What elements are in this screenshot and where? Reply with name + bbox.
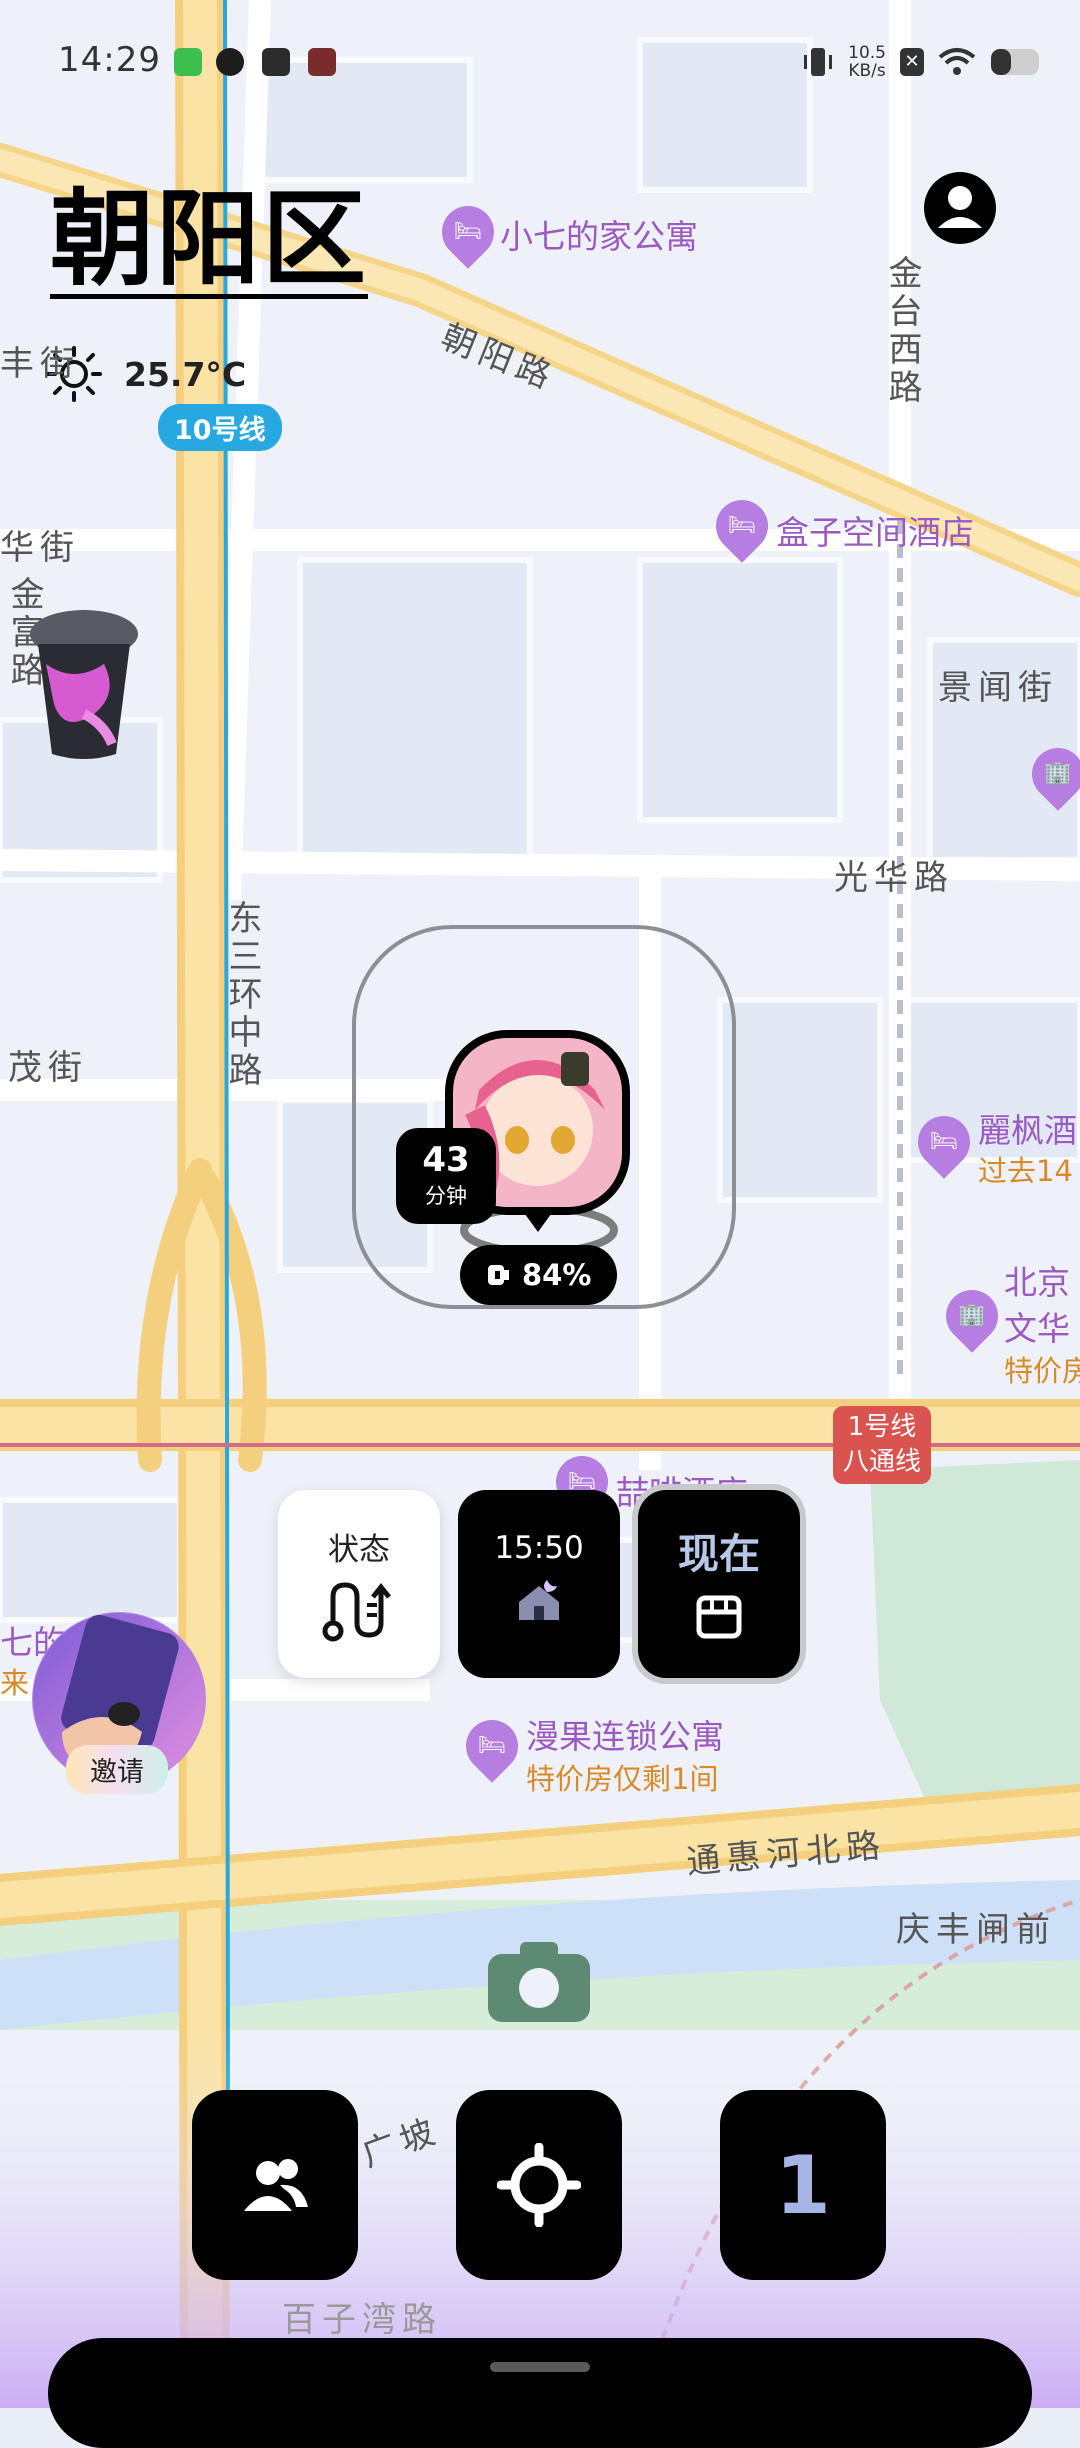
- net-speed-value: 10.5: [848, 43, 886, 63]
- notification-count: 1: [775, 2138, 831, 2232]
- house-moon-icon: [519, 1580, 559, 1620]
- metro-line-10-badge: 10号线: [158, 404, 282, 451]
- road-guanghua-lu: 光华路: [834, 858, 954, 898]
- poi-beijing-line1[interactable]: 北京: [1004, 1256, 1070, 1304]
- poi-hezi-hotel[interactable]: 盒子空间酒店: [776, 506, 974, 554]
- poi-beijing-sub: 特价房: [1004, 1354, 1080, 1388]
- poi-mangguo-sub: 特价房仅剩1间: [526, 1762, 719, 1796]
- sim-x-icon: ✕: [900, 48, 924, 76]
- charging-icon: [488, 1265, 509, 1285]
- metro-line-1-label: 1号线: [847, 1412, 917, 1442]
- poi-lifeng-hotel[interactable]: 麗枫酒: [978, 1104, 1077, 1152]
- vibrate-icon: [804, 48, 833, 76]
- app-sketch-icon: [216, 48, 244, 76]
- app-green-icon: [174, 48, 202, 76]
- profile-icon[interactable]: [922, 170, 998, 246]
- poi-xiaoqi-apartment[interactable]: 小七的家公寓: [500, 210, 698, 258]
- marker-tip: [522, 1210, 554, 1232]
- poi-mangguo-apartment[interactable]: 漫果连锁公寓: [526, 1710, 724, 1758]
- eta-badge: 43 分钟: [396, 1128, 496, 1224]
- poi-lifeng-sub: 过去14: [978, 1154, 1073, 1188]
- store-icon: [696, 1595, 742, 1639]
- status-tile-label: 状态: [328, 1532, 390, 1568]
- status-time: 14:29: [58, 40, 161, 80]
- friends-icon: [244, 2159, 308, 2211]
- locate-icon: [497, 2143, 581, 2227]
- road-jintaixi-lu: 金台西路: [882, 255, 922, 407]
- district-title[interactable]: 朝阳区: [50, 184, 369, 300]
- invite-label[interactable]: 邀请: [66, 1745, 168, 1794]
- sheet-handle[interactable]: [490, 2362, 590, 2372]
- poi-beijing-line2: 文华: [1004, 1309, 1070, 1348]
- eta-unit: 分钟: [425, 1184, 467, 1208]
- road-qingfengzha-qian: 庆丰闸前: [896, 1910, 1056, 1950]
- friends-button[interactable]: [192, 2090, 358, 2280]
- metro-batong-label: 八通线: [843, 1447, 922, 1478]
- app-avatar-icon: [308, 48, 336, 76]
- battery-icon: [991, 49, 1039, 75]
- mail-icon: [262, 48, 290, 76]
- road-feng-jie: 丰街: [0, 344, 80, 384]
- route-icon: [322, 1582, 391, 1642]
- eta-value: 43: [422, 1140, 470, 1180]
- net-speed-unit: KB/s: [848, 61, 886, 81]
- sleep-time-label: 15:50: [494, 1530, 584, 1566]
- net-speed: 10.5 KB/s: [848, 44, 886, 80]
- sleep-time-tile[interactable]: 15:50: [458, 1490, 620, 1678]
- cup-sticker[interactable]: [24, 604, 144, 764]
- battery-percent: 84%: [522, 1258, 592, 1292]
- camera-icon[interactable]: [486, 1940, 592, 2024]
- notifications-button[interactable]: 1: [720, 2090, 886, 2280]
- wifi-icon: [938, 48, 976, 75]
- status-right: 10.5 KB/s ✕: [802, 40, 1044, 84]
- metro-line-1-badge: 1号线 八通线: [833, 1406, 932, 1485]
- road-mao-jie: 茂街: [8, 1048, 88, 1088]
- road-baiziwan-lu: 百子湾路: [282, 2300, 442, 2340]
- now-tile-label: 现在: [678, 1530, 760, 1578]
- status-tile[interactable]: 状态: [278, 1490, 440, 1678]
- temperature: 25.7°C: [124, 354, 247, 394]
- bottom-sheet-bar[interactable]: [48, 2338, 1032, 2448]
- locate-button[interactable]: [456, 2090, 622, 2280]
- now-tile[interactable]: 现在: [638, 1490, 800, 1678]
- road-hua-jie: 华街: [0, 528, 80, 568]
- poi-qide-sub: 来: [0, 1666, 30, 1700]
- road-jingwen-jie: 景闻街: [938, 668, 1058, 708]
- road-dongsanhuan: 东三环中路: [222, 900, 262, 1090]
- user-battery-badge: 84%: [460, 1245, 618, 1305]
